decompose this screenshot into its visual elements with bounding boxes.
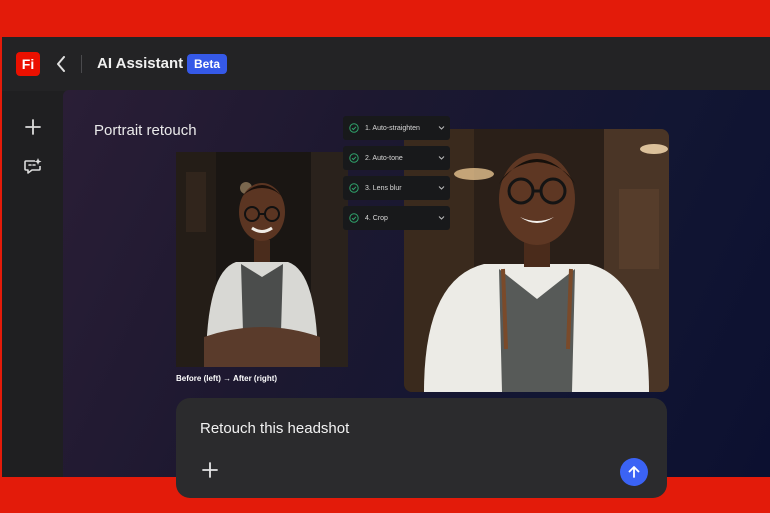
- new-chat-button[interactable]: [21, 115, 45, 139]
- check-circle-icon: [349, 123, 359, 133]
- step-label: 2. Auto-tone: [365, 154, 403, 162]
- section-title: Portrait retouch: [94, 122, 197, 139]
- step-item-crop[interactable]: 4. Crop: [343, 206, 450, 230]
- chevron-down-icon: [438, 216, 445, 220]
- title-bar: Fi AI Assistant Beta: [2, 37, 770, 91]
- step-label: 1. Auto-straighten: [365, 124, 420, 132]
- beta-badge: Beta: [187, 54, 228, 74]
- chat-sparkle-icon: [24, 158, 42, 174]
- add-attachment-button[interactable]: [200, 460, 220, 480]
- step-item-auto-tone[interactable]: 2. Auto-tone: [343, 146, 450, 170]
- steps-list: 1. Auto-straighten 2. Auto-tone 3. Lens …: [343, 116, 450, 236]
- before-image: [176, 152, 348, 367]
- prompt-box[interactable]: Retouch this headshot: [176, 398, 667, 498]
- chat-history-button[interactable]: [21, 155, 45, 179]
- step-label: 3. Lens blur: [365, 184, 402, 192]
- image-caption: Before (left) → After (right): [176, 374, 278, 383]
- title-divider: [81, 55, 82, 73]
- chevron-down-icon: [438, 186, 445, 190]
- chevron-down-icon: [438, 156, 445, 160]
- prompt-input[interactable]: Retouch this headshot: [200, 420, 349, 437]
- send-button[interactable]: [620, 458, 648, 486]
- check-circle-icon: [349, 213, 359, 223]
- app-logo: Fi: [16, 52, 40, 76]
- chevron-down-icon: [438, 126, 445, 130]
- check-circle-icon: [349, 153, 359, 163]
- arrow-up-icon: [628, 466, 640, 478]
- chevron-left-icon: [57, 56, 65, 72]
- plus-icon: [25, 119, 41, 135]
- check-circle-icon: [349, 183, 359, 193]
- sidebar: [2, 91, 62, 477]
- page-title: AI Assistant: [97, 55, 184, 72]
- back-button[interactable]: [51, 53, 71, 75]
- step-item-lens-blur[interactable]: 3. Lens blur: [343, 176, 450, 200]
- plus-icon: [202, 462, 218, 478]
- step-item-auto-straighten[interactable]: 1. Auto-straighten: [343, 116, 450, 140]
- top-banner: [0, 0, 770, 37]
- step-label: 4. Crop: [365, 214, 388, 222]
